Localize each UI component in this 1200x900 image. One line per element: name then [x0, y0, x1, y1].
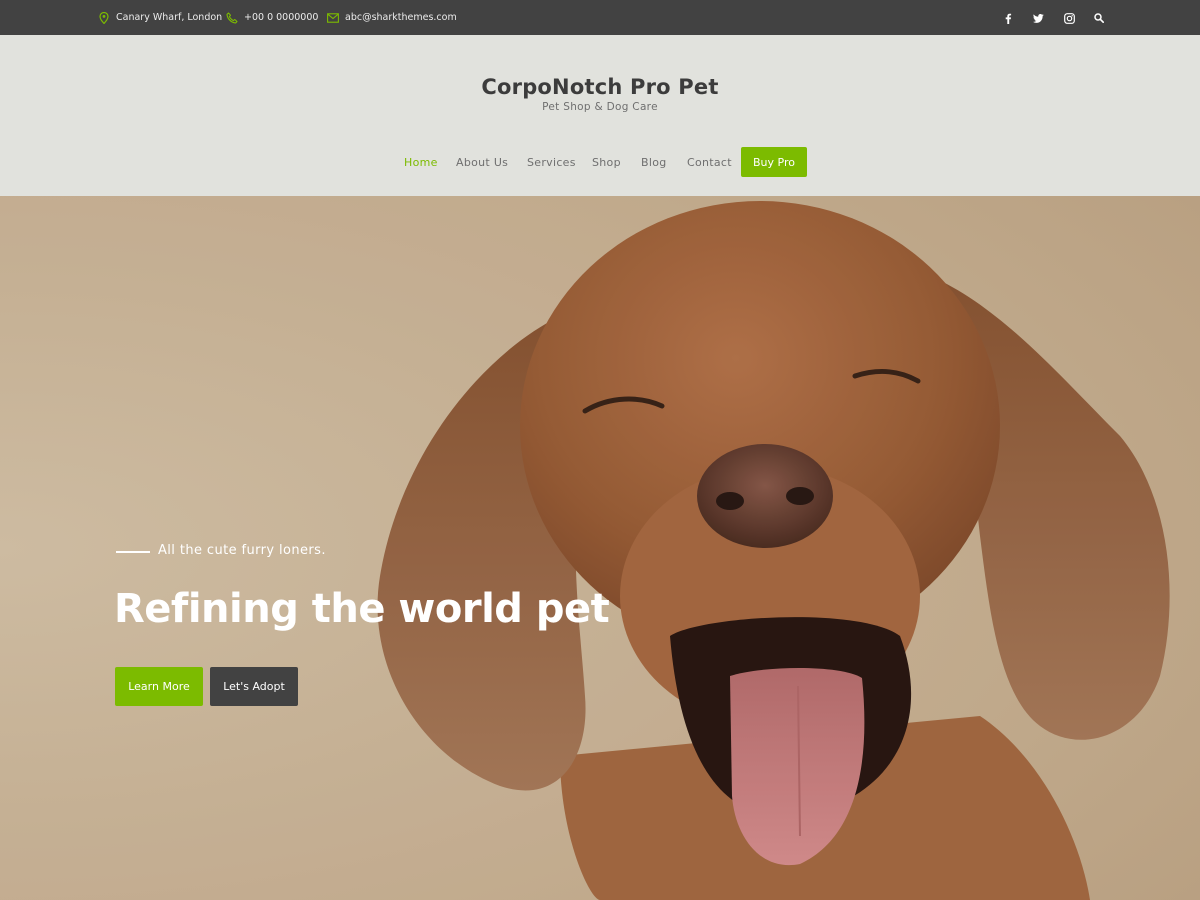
buy-pro-button[interactable]: Buy Pro [741, 147, 807, 177]
hero-subtitle: All the cute furry loners. [158, 543, 326, 558]
top-bar: Canary Wharf, London +00 0 0000000 abc@s… [0, 0, 1200, 35]
nav-item-home[interactable]: Home [404, 147, 438, 177]
search-icon[interactable] [1092, 11, 1106, 25]
address-text: Canary Wharf, London [116, 12, 223, 23]
map-pin-icon [98, 11, 110, 24]
nav-item-services[interactable]: Services [527, 147, 576, 177]
phone-text[interactable]: +00 0 0000000 [244, 12, 318, 23]
email-text[interactable]: abc@sharkthemes.com [345, 12, 457, 23]
nav-item-about-us[interactable]: About Us [456, 147, 508, 177]
learn-more-button[interactable]: Learn More [115, 667, 203, 706]
site-header: CorpoNotch Pro Pet Pet Shop & Dog Care H… [0, 35, 1200, 196]
phone-info[interactable]: +00 0 0000000 [226, 0, 318, 35]
site-tagline: Pet Shop & Dog Care [542, 101, 658, 113]
address-info: Canary Wharf, London [98, 0, 222, 35]
nav-item-contact[interactable]: Contact [687, 147, 732, 177]
envelope-icon [327, 12, 339, 24]
instagram-icon[interactable] [1062, 11, 1076, 25]
facebook-icon[interactable] [1001, 11, 1015, 25]
phone-icon [226, 11, 238, 24]
hero-divider [116, 551, 150, 553]
twitter-icon[interactable] [1031, 11, 1045, 25]
hero-title: Refining the world pet [114, 586, 610, 632]
site-title[interactable]: CorpoNotch Pro Pet [0, 75, 1200, 99]
lets-adopt-button[interactable]: Let's Adopt [210, 667, 298, 706]
email-info[interactable]: abc@sharkthemes.com [327, 0, 457, 35]
nav-item-blog[interactable]: Blog [641, 147, 667, 177]
nav-item-shop[interactable]: Shop [592, 147, 621, 177]
hero-banner: All the cute furry loners. Refining the … [0, 196, 1200, 900]
